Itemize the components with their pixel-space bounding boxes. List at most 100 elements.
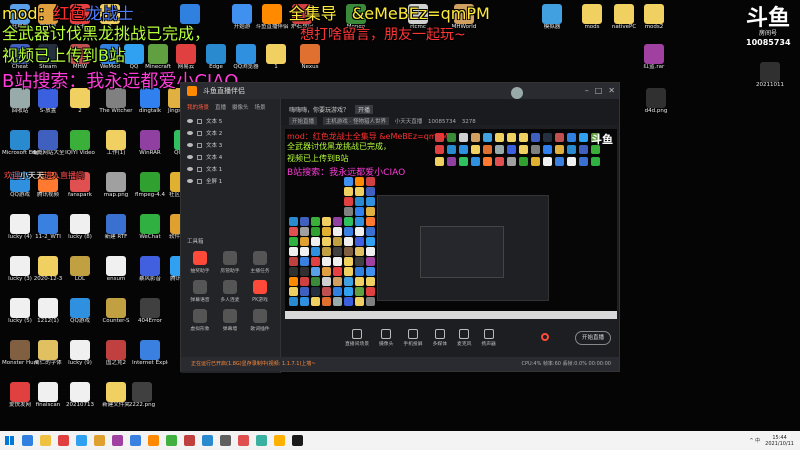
app-title-bar[interactable]: 斗鱼直播伴侣 – □ ✕ (181, 83, 619, 99)
desktop-icon[interactable]: 工作(1) (98, 130, 134, 157)
desktop-icon[interactable]: Internet Explorer (132, 340, 168, 367)
toolbox-item[interactable]: 虚拟形象 (185, 309, 215, 332)
visibility-icon[interactable] (187, 155, 193, 159)
taskbar-app[interactable] (162, 432, 180, 450)
taskbar-app[interactable] (18, 432, 36, 450)
taskbar-app[interactable] (270, 432, 288, 450)
source-item[interactable]: 文本 1 (181, 163, 280, 175)
close-icon[interactable]: ✕ (608, 83, 615, 99)
taskbar-app[interactable] (90, 432, 108, 450)
desktop-icon[interactable]: 毒概网站大全 (30, 130, 66, 157)
control-button[interactable]: 多媒体 (433, 329, 447, 347)
taskbar-app[interactable] (54, 432, 72, 450)
visibility-icon[interactable] (187, 119, 193, 123)
desktop-icon[interactable]: ensum (98, 256, 134, 283)
taskbar-app[interactable] (126, 432, 144, 450)
toolbox-item[interactable]: 房管助手 (215, 251, 245, 274)
control-button[interactable]: 摄像头 (379, 329, 393, 347)
clock[interactable]: 15:44 2021/10/11 (765, 435, 794, 447)
desktop-icon[interactable]: 2020-12-3 (30, 256, 66, 283)
taskbar-app[interactable] (144, 432, 162, 450)
taskbar-app[interactable] (108, 432, 126, 450)
streaming-app-window[interactable]: 斗鱼直播伴侣 – □ ✕ 嗨嗨嗨，你要玩游戏？ 开播 开始直播 主机游戏 · 怪… (180, 82, 620, 373)
lock-icon[interactable] (197, 166, 202, 172)
lock-icon[interactable] (197, 154, 202, 160)
toolbox-item[interactable]: 弹幕墙 (215, 309, 245, 332)
desktop-icon[interactable]: 周仁的字体 (30, 340, 66, 367)
taskbar-app[interactable] (234, 432, 252, 450)
tab-0[interactable]: 我的场景 (187, 103, 209, 111)
room-category[interactable]: 主机游戏 · 怪物猎人世界 (322, 117, 390, 125)
desktop-icon[interactable]: 2222.png (124, 382, 160, 409)
desktop-icon-label: 11-2_WTI (35, 234, 61, 240)
desktop-icon[interactable]: lucky (8) (62, 214, 98, 241)
desktop-icon[interactable]: LOL (62, 256, 98, 283)
toolbox-item[interactable]: 多人连麦 (215, 280, 245, 303)
start-live-button[interactable]: 开始直播 (575, 331, 611, 345)
tray-icons[interactable]: ^ 中 (749, 437, 760, 444)
desktop-icon[interactable]: IQIYI Video (62, 130, 98, 157)
minimize-icon[interactable]: – (585, 83, 589, 99)
visibility-icon[interactable] (187, 143, 193, 147)
desktop-icon[interactable]: mods2 (636, 4, 672, 31)
lock-icon[interactable] (197, 178, 202, 184)
stream-preview[interactable]: mod：红色龙战士全集导 &eMeBEz=qmPM 全武器讨伐黑龙挑战已完成， … (285, 129, 617, 319)
desktop-icon[interactable]: 20211011 (752, 62, 788, 89)
lock-icon[interactable] (197, 118, 202, 124)
source-item[interactable]: 文本 3 (181, 139, 280, 151)
desktop-icon[interactable]: 国之竞2 (98, 340, 134, 367)
tab-2[interactable]: 摄像头 (232, 103, 249, 111)
avatar[interactable] (511, 87, 523, 99)
visibility-icon[interactable] (187, 179, 193, 183)
visibility-icon[interactable] (187, 167, 193, 171)
lock-icon[interactable] (197, 130, 202, 136)
source-item[interactable]: 全屏 1 (181, 175, 280, 187)
toolbox-item[interactable]: 歌词插件 (245, 309, 275, 332)
desktop-icon[interactable]: Nexus (292, 44, 328, 71)
room-owner: 小天天直播 (394, 119, 423, 125)
desktop-icon[interactable]: 新建 RTF (98, 214, 134, 241)
source-item[interactable]: 文本 5 (181, 115, 280, 127)
taskbar-app[interactable] (288, 432, 306, 450)
control-button[interactable]: 直播间场景 (345, 329, 369, 347)
source-item[interactable]: 文本 2 (181, 127, 280, 139)
taskbar-app[interactable] (72, 432, 90, 450)
tab-1[interactable]: 直播 (215, 103, 226, 111)
desktop-icon[interactable]: Counter-S (98, 298, 134, 325)
record-icon[interactable] (541, 333, 549, 341)
header-go-button[interactable]: 开播 (354, 105, 373, 114)
desktop-icon[interactable]: finalscan (30, 382, 66, 409)
maximize-icon[interactable]: □ (595, 83, 603, 99)
desktop-icon[interactable]: 404Error (132, 298, 168, 325)
control-button[interactable]: 扬声器 (481, 329, 496, 347)
desktop-icon[interactable]: 1 (258, 44, 294, 71)
desktop-icon[interactable]: mods (574, 4, 610, 31)
desktop-icon[interactable]: d4d.png (638, 88, 674, 115)
toolbox-item[interactable]: 弹幕语音 (185, 280, 215, 303)
source-item[interactable]: 文本 4 (181, 151, 280, 163)
desktop-icon[interactable]: 20210713 (62, 382, 98, 409)
taskbar-app[interactable] (36, 432, 54, 450)
visibility-icon[interactable] (187, 131, 193, 135)
desktop-icon[interactable]: 1212(1) (30, 298, 66, 325)
control-button[interactable]: 手机投屏 (403, 329, 423, 347)
taskbar-app[interactable] (180, 432, 198, 450)
control-button[interactable]: 麦克风 (457, 329, 471, 347)
taskbar-app[interactable] (252, 432, 270, 450)
taskbar-app[interactable] (216, 432, 234, 450)
desktop-icon[interactable]: 红蓝.rar (636, 44, 672, 71)
lock-icon[interactable] (197, 142, 202, 148)
desktop-icon[interactable]: map.png (98, 172, 134, 199)
desktop-icon[interactable]: QQ游戏 (62, 298, 98, 325)
room-start-chip[interactable]: 开始直播 (289, 117, 318, 125)
desktop-icon[interactable]: 模拟器 (534, 4, 570, 31)
desktop-icon[interactable]: WinRAR (132, 130, 168, 157)
desktop-icon[interactable]: lucky (9) (62, 340, 98, 367)
toolbox-item[interactable]: 主播任务 (245, 251, 275, 274)
toolbox-item[interactable]: PK游戏 (245, 280, 275, 303)
desktop-icon[interactable]: 11-2_WTI (30, 214, 66, 241)
toolbox-item[interactable]: 抽奖助手 (185, 251, 215, 274)
taskbar-app[interactable] (198, 432, 216, 450)
start-button[interactable] (0, 432, 18, 450)
tab-3[interactable]: 场景 (255, 103, 266, 111)
